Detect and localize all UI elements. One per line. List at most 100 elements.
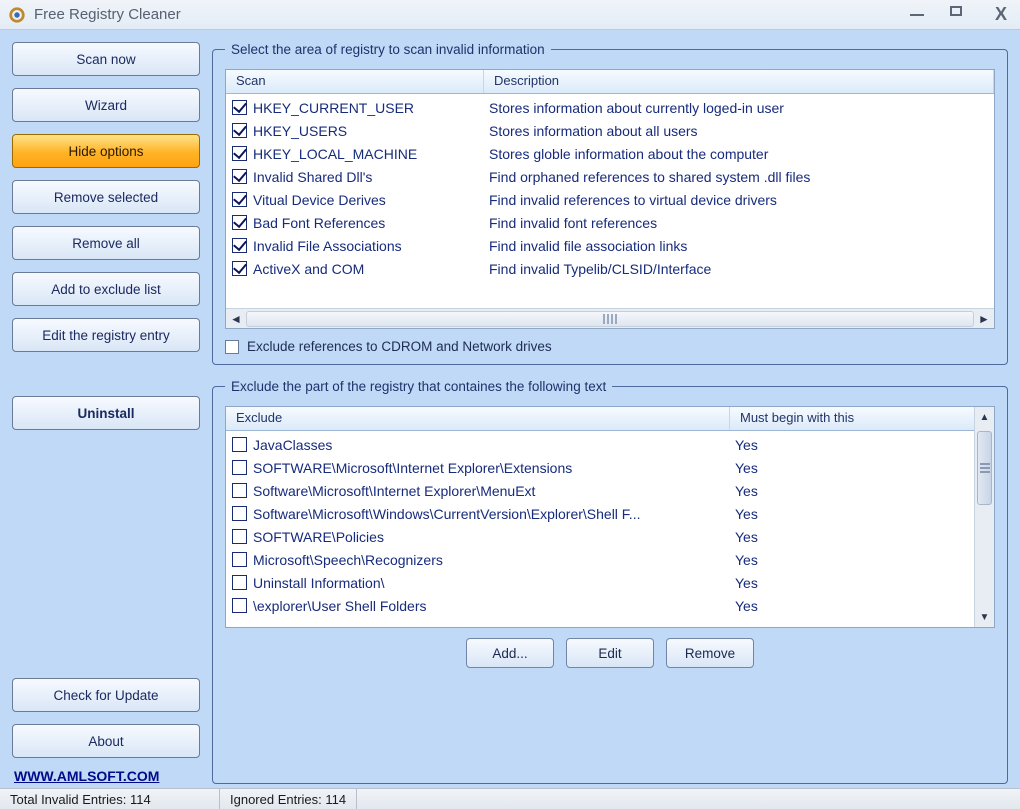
exclude-row[interactable]: Software\Microsoft\Internet Explorer\Men… xyxy=(228,479,972,502)
edit-registry-entry-button[interactable]: Edit the registry entry xyxy=(12,318,200,352)
scan-row-desc: Stores information about currently loged… xyxy=(489,100,992,116)
about-button[interactable]: About xyxy=(12,724,200,758)
exclude-row[interactable]: Software\Microsoft\Windows\CurrentVersio… xyxy=(228,502,972,525)
exclude-row-path: SOFTWARE\Microsoft\Internet Explorer\Ext… xyxy=(253,460,735,476)
exclude-row-path: Microsoft\Speech\Recognizers xyxy=(253,552,735,568)
uninstall-button[interactable]: Uninstall xyxy=(12,396,200,430)
col-header-description[interactable]: Description xyxy=(484,70,994,93)
remove-selected-button[interactable]: Remove selected xyxy=(12,180,200,214)
col-header-exclude[interactable]: Exclude xyxy=(226,407,730,430)
checkbox-icon[interactable] xyxy=(232,552,247,567)
scan-area-legend: Select the area of registry to scan inva… xyxy=(225,42,551,57)
checkbox-icon[interactable] xyxy=(232,192,247,207)
scan-row-name: Bad Font References xyxy=(253,215,489,231)
scan-row[interactable]: Bad Font ReferencesFind invalid font ref… xyxy=(228,211,992,234)
exclude-row-begin: Yes xyxy=(735,552,915,568)
checkbox-icon[interactable] xyxy=(232,460,247,475)
status-total-invalid: Total Invalid Entries: 114 xyxy=(0,789,220,809)
minimize-button[interactable] xyxy=(910,4,932,25)
checkbox-icon[interactable] xyxy=(232,169,247,184)
exclude-row[interactable]: SOFTWARE\Microsoft\Internet Explorer\Ext… xyxy=(228,456,972,479)
horizontal-scrollbar[interactable]: ◄ ► xyxy=(226,308,994,328)
wizard-button[interactable]: Wizard xyxy=(12,88,200,122)
exclude-row-begin: Yes xyxy=(735,483,915,499)
checkbox-icon[interactable] xyxy=(232,575,247,590)
scan-row-name: HKEY_CURRENT_USER xyxy=(253,100,489,116)
client-area: Scan now Wizard Hide options Remove sele… xyxy=(0,30,1020,788)
checkbox-icon[interactable] xyxy=(232,238,247,253)
scan-row[interactable]: Vitual Device DerivesFind invalid refere… xyxy=(228,188,992,211)
vertical-scrollbar[interactable]: ▲ ▼ xyxy=(974,407,994,627)
scan-row[interactable]: ActiveX and COMFind invalid Typelib/CLSI… xyxy=(228,257,992,280)
scan-area-listview[interactable]: Scan Description HKEY_CURRENT_USERStores… xyxy=(225,69,995,329)
homepage-link[interactable]: WWW.AMLSOFT.COM xyxy=(12,768,200,784)
main-panel: Select the area of registry to scan inva… xyxy=(212,42,1008,784)
exclude-row[interactable]: Uninstall Information\Yes xyxy=(228,571,972,594)
scroll-right-icon[interactable]: ► xyxy=(974,309,994,328)
checkbox-icon[interactable] xyxy=(232,529,247,544)
status-total-value: 114 xyxy=(130,792,151,807)
scan-row-name: ActiveX and COM xyxy=(253,261,489,277)
exclude-row-begin: Yes xyxy=(735,575,915,591)
scan-now-button[interactable]: Scan now xyxy=(12,42,200,76)
exclude-row-path: Software\Microsoft\Windows\CurrentVersio… xyxy=(253,506,735,522)
checkbox-icon[interactable] xyxy=(232,598,247,613)
close-button[interactable]: X xyxy=(990,4,1012,25)
exclude-row[interactable]: Microsoft\Speech\RecognizersYes xyxy=(228,548,972,571)
exclude-row-begin: Yes xyxy=(735,460,915,476)
add-button[interactable]: Add... xyxy=(466,638,554,668)
exclude-header: Exclude Must begin with this xyxy=(226,407,994,431)
checkbox-icon[interactable] xyxy=(232,100,247,115)
checkbox-icon[interactable] xyxy=(232,483,247,498)
checkbox-icon[interactable] xyxy=(232,437,247,452)
hide-options-button[interactable]: Hide options xyxy=(12,134,200,168)
checkbox-icon[interactable] xyxy=(232,506,247,521)
sidebar: Scan now Wizard Hide options Remove sele… xyxy=(12,42,200,784)
window-title: Free Registry Cleaner xyxy=(34,6,181,23)
exclude-row[interactable]: SOFTWARE\PoliciesYes xyxy=(228,525,972,548)
checkbox-icon[interactable] xyxy=(232,261,247,276)
exclude-row-begin: Yes xyxy=(735,529,915,545)
checkbox-icon[interactable] xyxy=(232,123,247,138)
scan-row[interactable]: HKEY_USERSStores information about all u… xyxy=(228,119,992,142)
checkbox-icon[interactable] xyxy=(232,146,247,161)
scan-row-desc: Find orphaned references to shared syste… xyxy=(489,169,992,185)
scan-row-name: Vitual Device Derives xyxy=(253,192,489,208)
scan-row-desc: Stores globle information about the comp… xyxy=(489,146,992,162)
exclude-cdrom-checkbox[interactable]: Exclude references to CDROM and Network … xyxy=(225,339,995,354)
remove-all-button[interactable]: Remove all xyxy=(12,226,200,260)
exclude-row[interactable]: JavaClassesYes xyxy=(228,433,972,456)
maximize-button[interactable] xyxy=(950,4,972,25)
scan-row[interactable]: Invalid Shared Dll'sFind orphaned refere… xyxy=(228,165,992,188)
status-ignored-value: 114 xyxy=(325,792,346,807)
app-icon xyxy=(8,6,26,24)
scan-row-name: HKEY_USERS xyxy=(253,123,489,139)
scroll-thumb[interactable] xyxy=(977,431,992,505)
col-header-begin[interactable]: Must begin with this xyxy=(730,407,994,430)
exclude-row-path: \explorer\User Shell Folders xyxy=(253,598,735,614)
scan-row[interactable]: HKEY_LOCAL_MACHINEStores globle informat… xyxy=(228,142,992,165)
scan-row[interactable]: HKEY_CURRENT_USERStores information abou… xyxy=(228,96,992,119)
scan-row-desc: Find invalid file association links xyxy=(489,238,992,254)
scroll-up-icon[interactable]: ▲ xyxy=(975,407,994,427)
exclude-row-path: SOFTWARE\Policies xyxy=(253,529,735,545)
exclude-row[interactable]: \explorer\User Shell FoldersYes xyxy=(228,594,972,617)
scan-row-name: Invalid Shared Dll's xyxy=(253,169,489,185)
scan-row-name: HKEY_LOCAL_MACHINE xyxy=(253,146,489,162)
edit-button[interactable]: Edit xyxy=(566,638,654,668)
scan-row-desc: Find invalid Typelib/CLSID/Interface xyxy=(489,261,992,277)
exclude-row-path: JavaClasses xyxy=(253,437,735,453)
exclude-cdrom-label: Exclude references to CDROM and Network … xyxy=(247,339,552,354)
checkbox-icon[interactable] xyxy=(232,215,247,230)
scan-row[interactable]: Invalid File AssociationsFind invalid fi… xyxy=(228,234,992,257)
exclude-listview[interactable]: Exclude Must begin with this JavaClasses… xyxy=(225,406,995,628)
remove-button[interactable]: Remove xyxy=(666,638,754,668)
scroll-down-icon[interactable]: ▼ xyxy=(975,607,994,627)
scroll-left-icon[interactable]: ◄ xyxy=(226,309,246,328)
check-for-update-button[interactable]: Check for Update xyxy=(12,678,200,712)
add-to-exclude-button[interactable]: Add to exclude list xyxy=(12,272,200,306)
exclude-area-legend: Exclude the part of the registry that co… xyxy=(225,379,612,394)
exclude-row-begin: Yes xyxy=(735,598,915,614)
scan-row-desc: Find invalid font references xyxy=(489,215,992,231)
col-header-scan[interactable]: Scan xyxy=(226,70,484,93)
